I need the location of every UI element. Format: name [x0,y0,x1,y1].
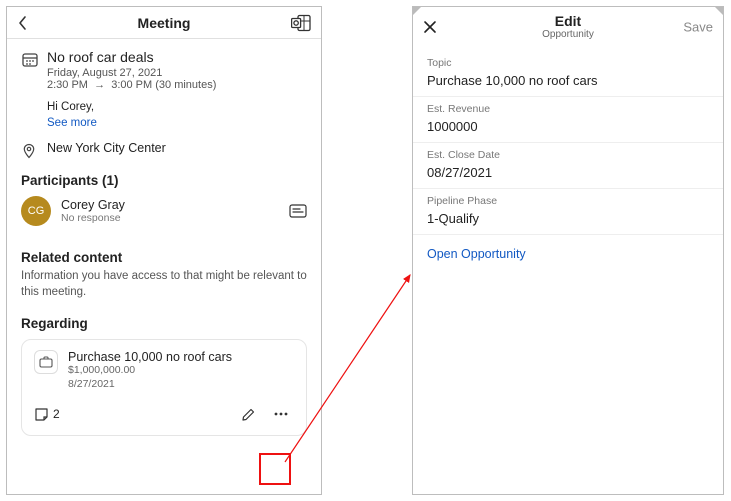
topic-value: Purchase 10,000 no roof cars [427,73,709,88]
related-heading: Related content [21,250,307,265]
more-icon [273,412,289,416]
regarding-heading: Regarding [21,316,307,331]
avatar: CG [21,196,51,226]
outlook-icon [291,14,311,32]
revenue-label: Est. Revenue [427,103,709,115]
opportunity-card[interactable]: Purchase 10,000 no roof cars $1,000,000.… [21,339,307,436]
see-more-link[interactable]: See more [47,117,307,129]
topic-label: Topic [427,57,709,69]
back-button[interactable] [17,15,27,31]
meeting-header: Meeting [7,7,321,39]
meeting-date: Friday, August 27, 2021 [47,67,307,79]
more-button[interactable] [268,401,294,427]
edit-button[interactable] [236,401,262,427]
revenue-value: 1000000 [427,119,709,134]
meeting-summary: No roof car deals Friday, August 27, 202… [7,39,321,169]
meeting-header-title: Meeting [138,15,191,31]
briefcase-icon [34,350,58,374]
participant-name: Corey Gray [61,198,125,212]
phase-field[interactable]: Pipeline Phase 1-Qualify [413,189,723,235]
edit-title: Edit [555,13,581,29]
participant-row[interactable]: CG Corey Gray No response [21,188,307,234]
chevron-left-icon [17,15,27,31]
close-button[interactable] [423,20,437,34]
close-date-value: 08/27/2021 [427,165,709,180]
card-date: 8/27/2021 [68,378,232,392]
regarding-section: Regarding Purchase 10,000 no roof cars $… [7,306,321,436]
card-title: Purchase 10,000 no roof cars [68,350,232,364]
meeting-time: 2:30 PM → 3:00 PM (30 minutes) [47,79,307,91]
edit-subtitle: Opportunity [542,29,594,41]
topic-field[interactable]: Topic Purchase 10,000 no roof cars [413,51,723,97]
outlook-button[interactable] [291,14,311,32]
calendar-icon [21,49,39,129]
note-icon [34,407,49,422]
notes-button[interactable]: 2 [34,407,60,422]
participants-heading: Participants (1) [21,173,307,188]
edit-pane: Edit Opportunity Save Topic Purchase 10,… [412,6,724,495]
pencil-icon [241,406,257,422]
edit-form: Topic Purchase 10,000 no roof cars Est. … [413,47,723,277]
related-desc: Information you have access to that migh… [21,269,307,300]
card-revenue: $1,000,000.00 [68,364,232,378]
revenue-field[interactable]: Est. Revenue 1000000 [413,97,723,143]
participant-response: No response [61,212,125,224]
location-icon [21,141,39,159]
phase-value: 1-Qualify [427,211,709,226]
meeting-pane: Meeting No roof car deals Friday, August… [6,6,322,495]
meeting-title: No roof car deals [47,49,307,65]
participants-section: Participants (1) CG Corey Gray No respon… [7,169,321,244]
open-opportunity-link[interactable]: Open Opportunity [413,235,723,273]
close-date-field[interactable]: Est. Close Date 08/27/2021 [413,143,723,189]
save-button[interactable]: Save [683,20,713,35]
meeting-body-preview: Hi Corey, [47,101,307,113]
highlight-box [259,453,291,485]
meeting-location: New York City Center [47,141,166,159]
close-date-label: Est. Close Date [427,149,709,161]
edit-header: Edit Opportunity Save [413,7,723,47]
related-section: Related content Information you have acc… [7,244,321,306]
phase-label: Pipeline Phase [427,195,709,207]
contact-card-icon[interactable] [289,204,307,218]
close-icon [423,20,437,34]
